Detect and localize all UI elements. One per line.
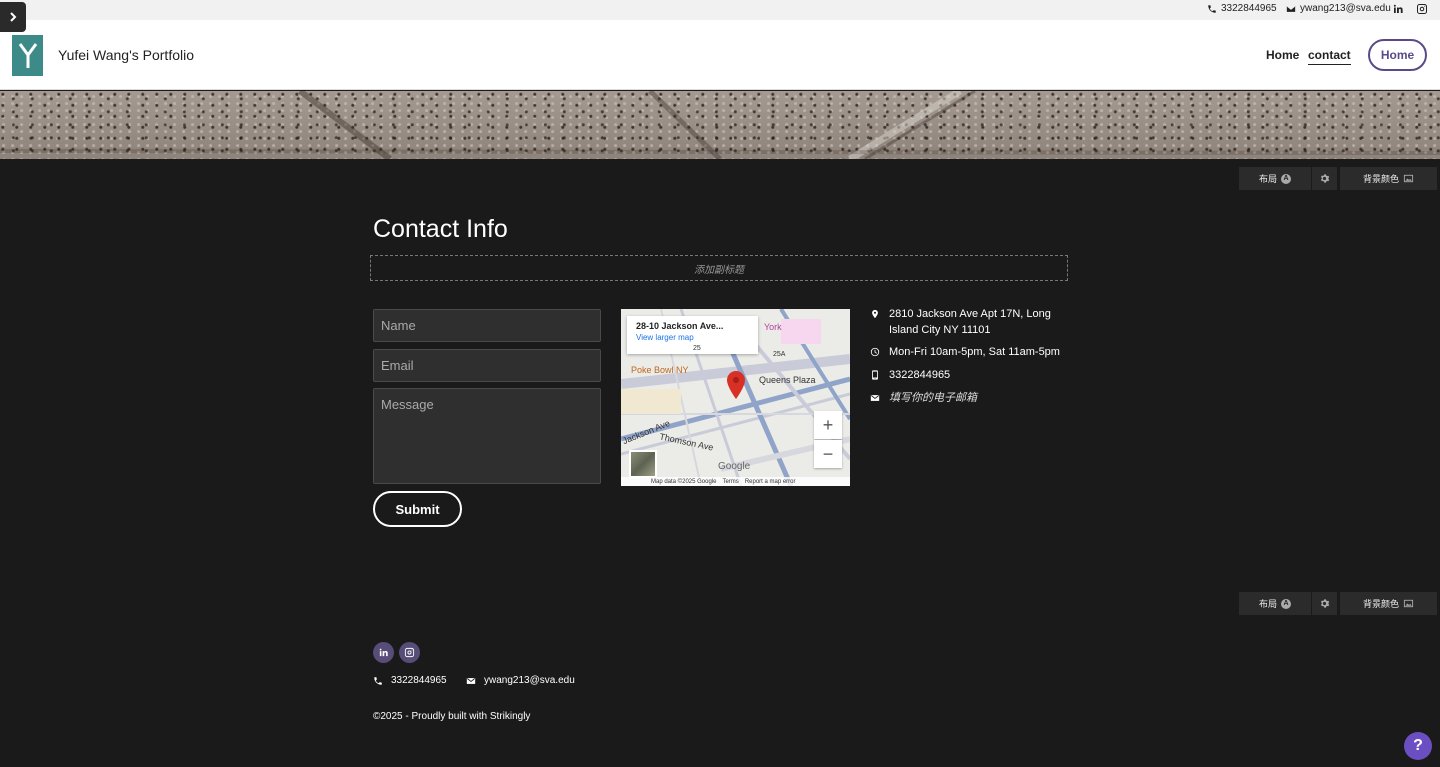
topbar-phone-text: 3322844965 [1221,3,1277,14]
google-map[interactable]: 28-10 Jackson Ave... View larger map Yor… [621,309,850,486]
hero-texture [0,91,1440,159]
mail-icon [1286,5,1296,12]
gear-icon [1320,174,1330,183]
footer-background-color-label: 背景颜色 [1362,599,1399,609]
layout-control-label: 布局 [1258,174,1277,184]
footer-email-text: ywang213@sva.edu [484,675,575,686]
footer-phone-text: 3322844965 [391,675,447,686]
site-header: Yufei Wang's Portfolio Home contact Home [0,20,1440,90]
instagram-icon [1417,4,1427,14]
map-report-link[interactable]: Report a map error [745,479,796,485]
map-terms-link[interactable]: Terms [722,479,738,485]
info-address-text: 2810 Jackson Ave Apt 17N, Long Island Ci… [889,308,1051,336]
map-data-credit: Map data ©2025 Google [651,478,717,485]
layout-badge: A [1281,173,1291,184]
topbar-email[interactable]: ywang213@sva.edu [1286,3,1391,14]
submit-button[interactable]: Submit [373,491,462,527]
site-title[interactable]: Yufei Wang's Portfolio [58,47,194,63]
footer-phone[interactable]: 3322844965 [373,675,447,686]
add-subtitle-placeholder[interactable]: 添加副标题 [370,255,1068,281]
footer-email[interactable]: ywang213@sva.edu [466,675,575,686]
map-satellite-toggle[interactable] [629,450,657,478]
linkedin-icon [1393,4,1403,13]
footer-layout-control-button[interactable]: 布局 A [1239,592,1311,615]
footer-linkedin-link[interactable] [373,642,394,663]
gear-icon [1320,599,1330,608]
chevron-right-icon [10,12,17,22]
clock-icon [870,347,880,357]
hero-background-image [0,91,1440,159]
map-pin-icon [727,371,745,399]
map-label-queens-plaza: Queens Plaza [759,375,816,385]
copyright-text: ©2025 - Proudly built with Strikingly [373,711,531,722]
layout-control-button[interactable]: 布局 A [1239,167,1311,190]
nav-link-home[interactable]: Home [1266,48,1299,62]
linkedin-icon [379,648,388,657]
footer-section-settings-button[interactable] [1312,592,1337,615]
footer-background-color-button[interactable]: 背景颜色 [1340,592,1437,615]
location-pin-icon [872,309,878,319]
nav-home-button[interactable]: Home [1368,39,1427,71]
mail-icon [870,395,880,401]
email-input[interactable] [373,349,601,382]
map-label-route-25: 25 [693,345,701,352]
site-logo[interactable] [12,35,43,76]
phone-icon [1208,4,1216,13]
map-zoom-in-button[interactable]: + [814,411,842,439]
background-color-button[interactable]: 背景颜色 [1340,167,1437,190]
map-footer: Map data ©2025 Google Terms Report a map… [621,477,850,486]
info-email-placeholder: 填写你的电子邮箱 [889,392,977,404]
topbar-linkedin-link[interactable] [1391,2,1405,16]
map-zoom-out-button[interactable]: − [814,440,842,468]
section-settings-button[interactable] [1312,167,1337,190]
map-card-address: 28-10 Jackson Ave... [636,321,724,331]
instagram-icon [404,647,415,658]
topbar-phone[interactable]: 3322844965 [1207,3,1277,14]
name-input[interactable] [373,309,601,342]
mobile-phone-icon [872,370,878,380]
map-label-york: York [764,322,782,332]
footer-layout-badge: A [1281,598,1291,609]
background-color-label: 背景颜色 [1362,174,1399,184]
info-address: 2810 Jackson Ave Apt 17N, Long Island Ci… [870,306,1068,338]
image-icon [1403,599,1414,608]
footer-layout-control-label: 布局 [1258,599,1277,609]
map-label-poke-bowl: Poke Bowl NY [631,365,689,375]
info-phone-text: 3322844965 [889,369,951,381]
map-label-route-25a: 25A [773,351,786,358]
info-hours-text: Mon-Fri 10am-5pm, Sat 11am-5pm [889,346,1060,358]
help-button[interactable]: ? [1404,732,1432,760]
top-utility-bar: 3322844965 ywang213@sva.edu [0,0,1440,20]
info-phone[interactable]: 3322844965 [870,367,950,383]
y-logo-icon [18,42,37,68]
mail-icon [466,677,476,684]
view-larger-map-link[interactable]: View larger map [636,333,749,342]
message-textarea[interactable] [373,388,601,484]
sidebar-toggle-button[interactable] [0,2,26,32]
footer-instagram-link[interactable] [399,642,420,663]
image-icon [1403,174,1414,183]
nav-link-contact[interactable]: contact [1308,48,1351,65]
topbar-email-text: ywang213@sva.edu [1300,3,1391,14]
info-email[interactable]: 填写你的电子邮箱 [870,390,977,406]
topbar-instagram-link[interactable] [1415,2,1429,16]
contact-title: Contact Info [373,215,508,243]
info-hours: Mon-Fri 10am-5pm, Sat 11am-5pm [870,344,1060,360]
google-logo: Google [718,461,751,472]
phone-icon [374,676,382,685]
